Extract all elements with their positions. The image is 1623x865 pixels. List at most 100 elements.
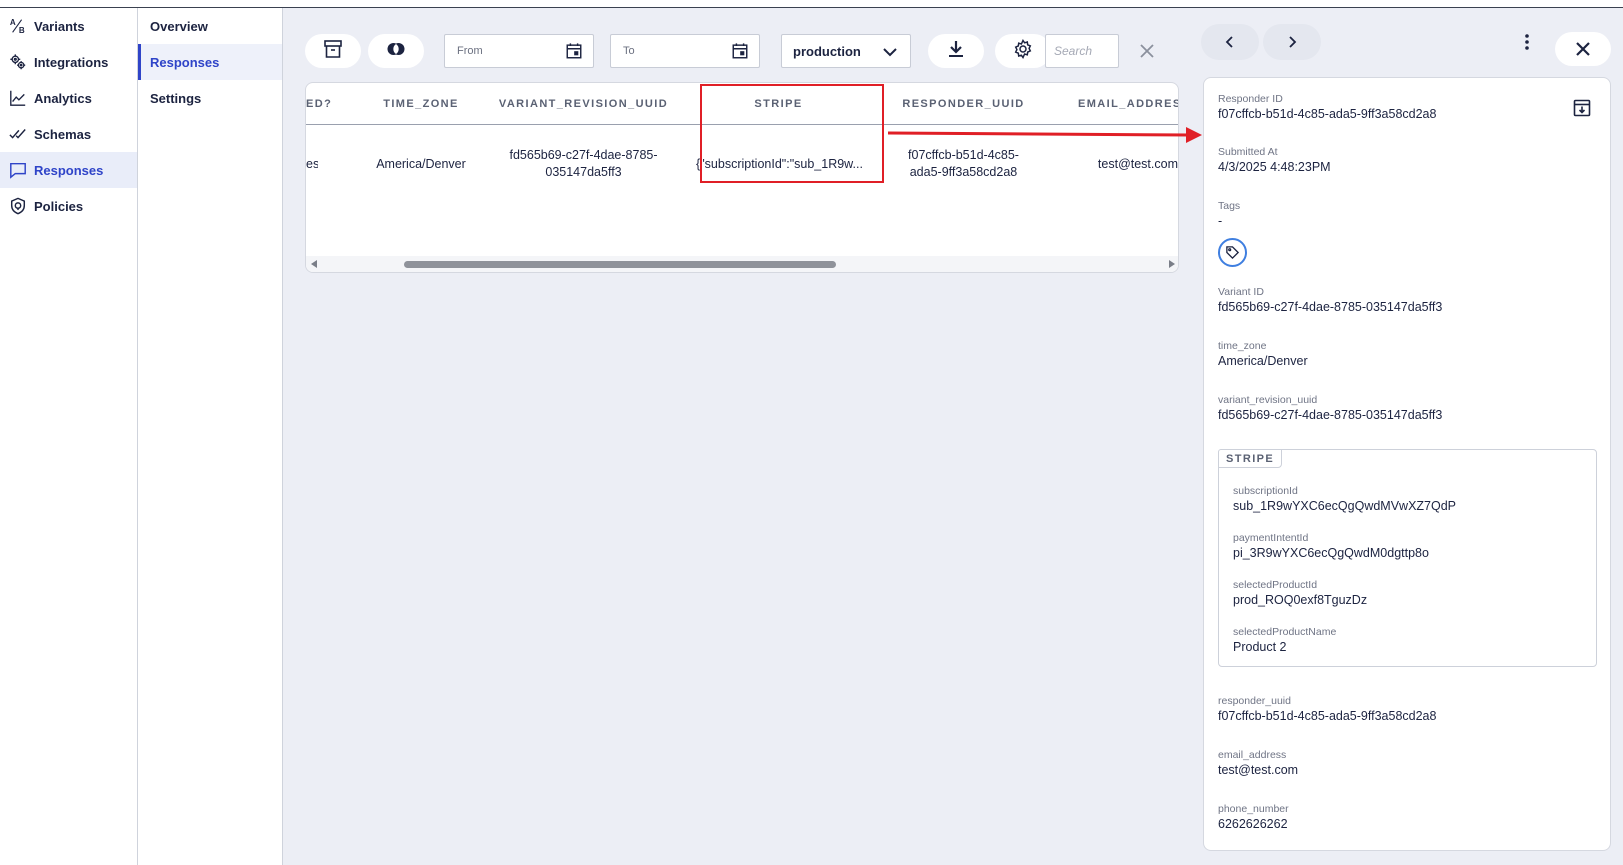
archive-icon[interactable] <box>1572 98 1592 118</box>
subnav-item-overview[interactable]: Overview <box>138 8 282 44</box>
field-label: variant_revision_uuid <box>1218 394 1318 406</box>
field-value: fd565b69-c27f-4dae-8785-035147da5ff3 <box>1218 408 1443 422</box>
double-check-icon <box>8 124 28 144</box>
environment-value: production <box>793 43 861 59</box>
archive-button[interactable] <box>305 34 361 68</box>
sidebar-item-policies[interactable]: Policies <box>0 188 137 224</box>
field-label: time_zone <box>1218 340 1267 352</box>
overlap-circles-icon <box>386 39 406 64</box>
submitted-at-field: Submitted At 4/3/2025 4:48:23PM <box>1218 145 1331 176</box>
calendar-icon <box>566 43 582 59</box>
stripe-group: STRIPE subscriptionId sub_1R9wYXC6ecQgQw… <box>1218 449 1597 667</box>
field-label: Tags <box>1218 200 1241 212</box>
field-label: Variant ID <box>1218 286 1264 298</box>
field-value: - <box>1218 214 1223 228</box>
tag-icon <box>1226 246 1240 260</box>
field-value: America/Denver <box>1218 354 1308 368</box>
previous-response-button[interactable] <box>1201 24 1259 60</box>
column-header[interactable]: TIME_ZONE <box>361 83 481 125</box>
from-date-field[interactable]: From <box>444 34 594 68</box>
secondary-sidebar: Overview Responses Settings <box>138 8 283 865</box>
to-date-placeholder: To <box>623 45 635 57</box>
sidebar-item-variants[interactable]: AB Variants <box>0 8 137 44</box>
selected-product-name-field: selectedProductName Product 2 <box>1233 625 1336 656</box>
column-header[interactable]: ED? <box>306 83 361 125</box>
sidebar-item-schemas[interactable]: Schemas <box>0 116 137 152</box>
field-label: subscriptionId <box>1233 485 1298 497</box>
variant-id-field: Variant ID fd565b69-c27f-4dae-8785-03514… <box>1218 285 1442 316</box>
sidebar-item-label: Policies <box>34 198 84 214</box>
add-tag-button[interactable] <box>1218 238 1247 267</box>
field-value: 4/3/2025 4:48:23PM <box>1218 160 1331 174</box>
svg-text:B: B <box>19 26 25 35</box>
sidebar-item-label: Analytics <box>34 90 92 106</box>
horizontal-scrollbar[interactable] <box>306 256 1178 272</box>
search-input[interactable] <box>1045 34 1119 68</box>
chevron-right-icon <box>1289 36 1297 48</box>
calendar-icon <box>732 43 748 59</box>
email-address-field: email_address test@test.com <box>1218 748 1298 779</box>
from-date-placeholder: From <box>457 45 483 57</box>
sidebar-item-label: Variants <box>34 18 85 34</box>
column-header[interactable]: EMAIL_ADDRESS <box>1078 83 1178 125</box>
field-label: selectedProductId <box>1233 579 1318 591</box>
sidebar-item-integrations[interactable]: Integrations <box>0 44 137 80</box>
field-label: paymentIntentId <box>1233 532 1309 544</box>
ab-test-icon: AB <box>8 16 28 36</box>
next-response-button[interactable] <box>1263 24 1321 60</box>
column-header[interactable]: VARIANT_REVISION_UUID <box>481 83 686 125</box>
close-detail-button[interactable] <box>1555 32 1611 66</box>
field-value: test@test.com <box>1218 763 1299 777</box>
subscription-id-field: subscriptionId sub_1R9wYXC6ecQgQwdMVwXZ7… <box>1233 484 1456 515</box>
field-label: Responder ID <box>1218 93 1283 105</box>
subnav-item-settings[interactable]: Settings <box>138 80 282 116</box>
field-label: phone_number <box>1218 803 1289 815</box>
archive-icon <box>323 39 343 64</box>
field-value: f07cffcb-b51d-4c85-ada5-9ff3a58cd2a8 <box>1218 709 1437 723</box>
compare-button[interactable] <box>368 34 424 68</box>
clear-search-icon[interactable] <box>1138 42 1156 60</box>
sidebar-item-responses[interactable]: Responses <box>0 152 137 188</box>
close-icon <box>1576 42 1590 56</box>
download-button[interactable] <box>928 34 984 68</box>
field-value: 6262626262 <box>1218 817 1288 831</box>
shield-icon <box>8 196 28 216</box>
primary-sidebar: AB Variants Integrations Analytics Schem… <box>0 8 138 865</box>
kebab-menu-icon <box>1525 34 1529 50</box>
column-header[interactable]: STRIPE <box>686 83 871 125</box>
to-date-field[interactable]: To <box>610 34 760 68</box>
responder-uuid-field: responder_uuid f07cffcb-b51d-4c85-ada5-9… <box>1218 694 1436 725</box>
chevron-left-icon <box>1225 36 1233 48</box>
sidebar-item-analytics[interactable]: Analytics <box>0 80 137 116</box>
environment-select[interactable]: production <box>781 34 911 68</box>
responses-table: ED? TIME_ZONE VARIANT_REVISION_UUID STRI… <box>305 82 1179 273</box>
more-options-button[interactable] <box>1517 30 1537 54</box>
scrollbar-thumb[interactable] <box>404 261 836 268</box>
response-detail-panel: Responder ID f07cffcb-b51d-4c85-ada5-9ff… <box>1203 77 1611 851</box>
settings-button[interactable] <box>995 34 1051 68</box>
table-cell: America/Denver <box>376 156 466 171</box>
chevron-down-icon <box>883 48 897 57</box>
gear-icon <box>1013 38 1033 64</box>
sidebar-item-label: Integrations <box>34 54 109 70</box>
subnav-item-responses[interactable]: Responses <box>138 44 282 80</box>
gears-icon <box>8 52 28 72</box>
download-icon <box>946 39 966 64</box>
phone-number-field: phone_number 6262626262 <box>1218 802 1289 833</box>
scroll-left-arrow[interactable] <box>311 260 317 268</box>
scroll-right-arrow[interactable] <box>1169 260 1175 268</box>
payment-intent-id-field: paymentIntentId pi_3R9wYXC6ecQgQwdM0dgtt… <box>1233 531 1429 562</box>
table-cell: es <box>306 156 318 171</box>
tags-field: Tags - <box>1218 199 1240 230</box>
table-cell: f07cffcb-b51d-4c85- ada5-9ff3a58cd2a8 <box>908 148 1019 179</box>
responder-id-field: Responder ID f07cffcb-b51d-4c85-ada5-9ff… <box>1218 92 1436 123</box>
stripe-group-title: STRIPE <box>1218 449 1283 468</box>
table-cell: fd565b69-c27f-4dae-8785- 035147da5ff3 <box>509 148 658 179</box>
table-cell: {"subscriptionId":"sub_1R9w... <box>696 156 863 171</box>
field-value: prod_ROQ0exf8TguzDz <box>1233 593 1368 607</box>
field-value: f07cffcb-b51d-4c85-ada5-9ff3a58cd2a8 <box>1218 107 1437 121</box>
column-header[interactable]: RESPONDER_UUID <box>871 83 1056 125</box>
field-value: fd565b69-c27f-4dae-8785-035147da5ff3 <box>1218 300 1443 314</box>
chat-bubble-icon <box>8 160 28 180</box>
table-cell: test@test.com <box>1097 156 1178 171</box>
